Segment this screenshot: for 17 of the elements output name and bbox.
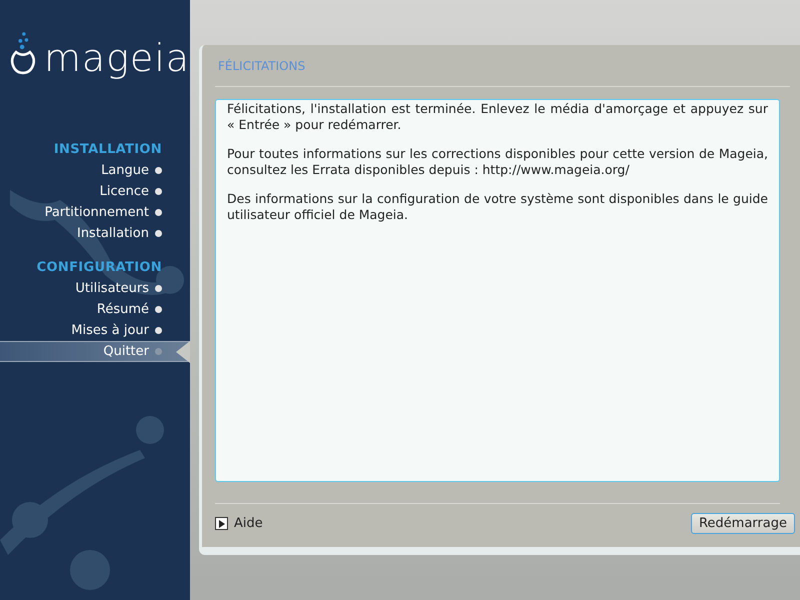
help-toggle[interactable]: Aide bbox=[215, 514, 263, 534]
restart-button[interactable]: Redémarrage bbox=[690, 513, 795, 534]
sidebar-item[interactable]: Quitter bbox=[0, 341, 190, 362]
panel-title: FÉLICITATIONS bbox=[217, 58, 306, 74]
section-heading: INSTALLATION bbox=[54, 141, 163, 159]
sidebar-item[interactable]: Mises à jour bbox=[0, 320, 190, 341]
sidebar-item[interactable]: Utilisateurs bbox=[0, 278, 190, 299]
message-paragraph: Des informations sur la configuration de votre système sont disponibles dans le guide utilisateur officiel de Mageia. bbox=[227, 191, 768, 223]
sidebar-item[interactable]: Langue bbox=[0, 160, 190, 181]
sidebar-item[interactable]: Licence bbox=[0, 181, 190, 202]
sidebar-item[interactable]: Résumé bbox=[0, 299, 190, 320]
sidebar-item[interactable]: Partitionnement bbox=[0, 202, 190, 223]
sidebar-item[interactable]: Installation bbox=[0, 223, 190, 244]
logo-wordmark: mageia bbox=[44, 38, 190, 78]
message-paragraph: Pour toutes informations sur les corrections disponibles pour cette version de Mageia, consultez les Errata disponibles depuis : http://www.mageia.org/ bbox=[227, 146, 768, 178]
message-paragraph: Félicitations, l'installation est terminée. Enlevez le média d'amorçage et appuyez sur « Entrée » pour redémarrer. bbox=[227, 101, 768, 133]
section-heading: CONFIGURATION bbox=[36, 259, 163, 277]
